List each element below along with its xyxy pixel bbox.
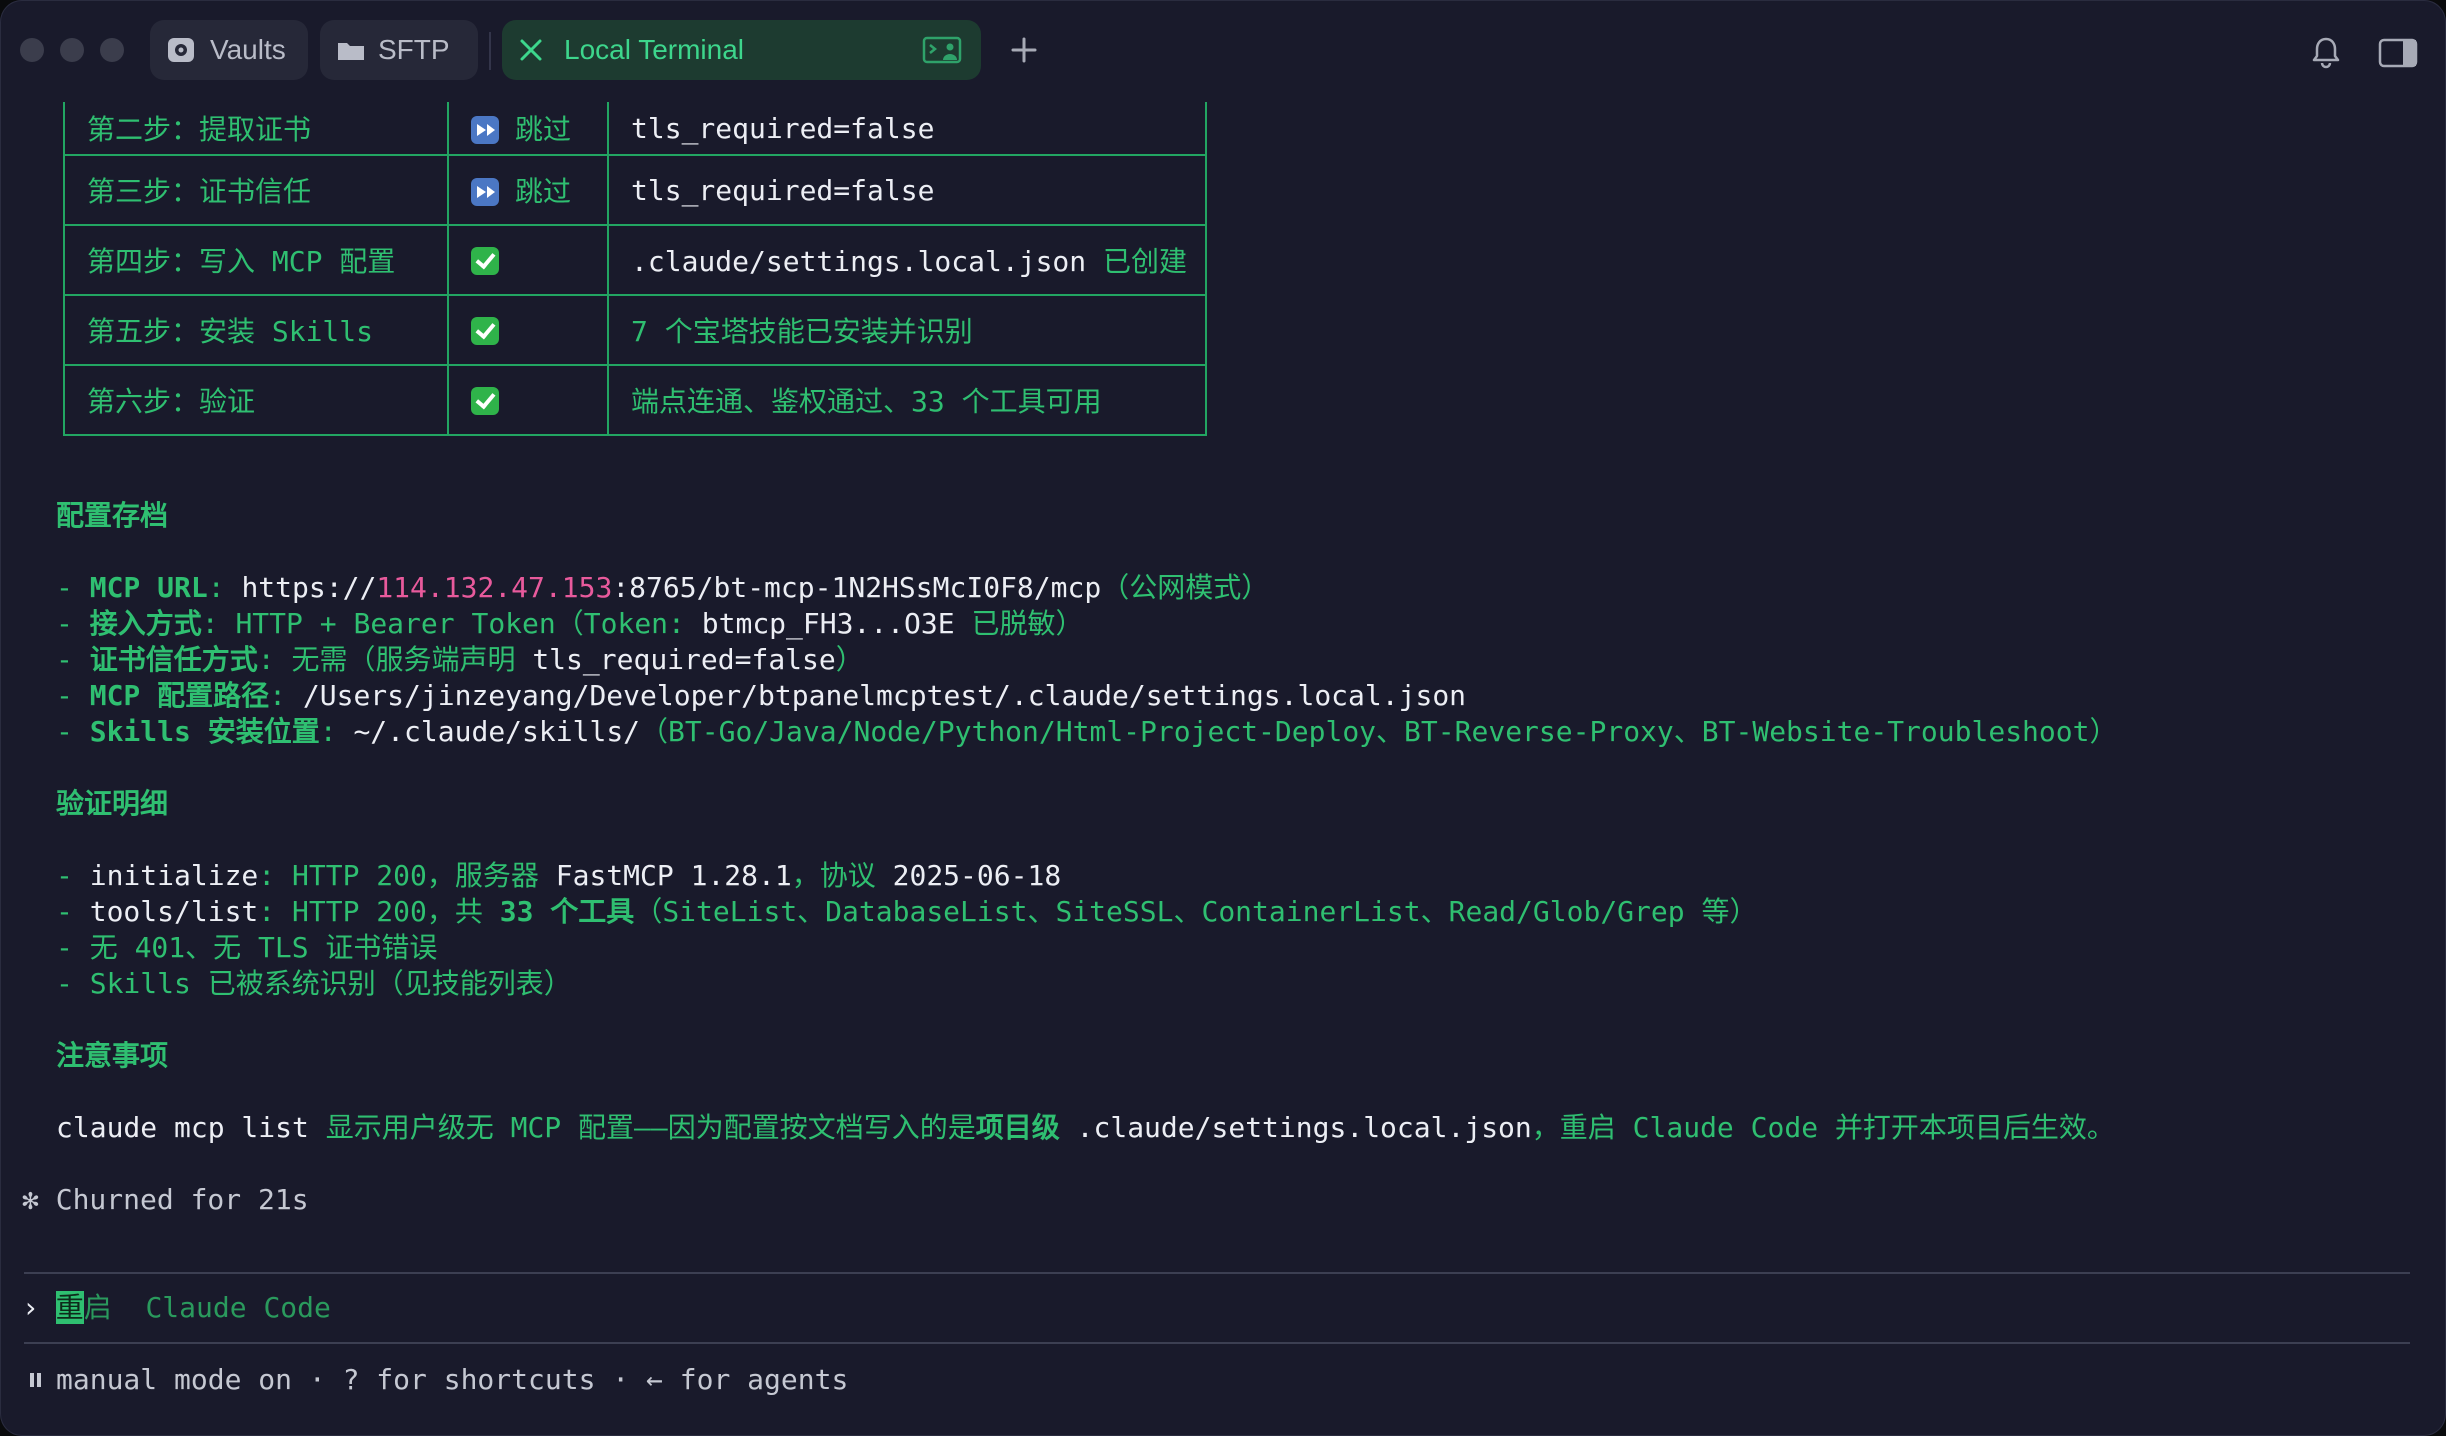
status-footer: manual mode on · ? for shortcuts · ← for… xyxy=(30,1360,848,1400)
steps-table: 第二步：提取证书 跳过 tls_required=false 第三步：证书信任 … xyxy=(63,102,1207,436)
pause-icon xyxy=(30,1371,54,1391)
step-cell: 第四步：写入 MCP 配置 xyxy=(63,224,449,296)
tab-sftp[interactable]: SFTP xyxy=(320,20,478,80)
step-cell: 第五步：安装 Skills xyxy=(63,294,449,366)
prompt-input[interactable]: › 重启 Claude Code xyxy=(22,1288,331,1328)
bell-icon[interactable] xyxy=(2306,32,2346,72)
status-cell xyxy=(447,294,609,366)
step-cell: 第三步：证书信任 xyxy=(63,154,449,226)
detail-cell: .claude/settings.local.json 已创建 xyxy=(607,224,1207,296)
detail-cell: tls_required=false xyxy=(607,102,1207,156)
churn-status: ✻ Churned for 21s xyxy=(22,1183,309,1216)
status-cell: 跳过 xyxy=(447,154,609,226)
vault-icon xyxy=(168,38,194,62)
divider xyxy=(24,1342,2410,1344)
table-row: 第二步：提取证书 跳过 tls_required=false xyxy=(63,102,1207,156)
verify-tools: - tools/list: HTTP 200，共 33 个工具（SiteList… xyxy=(56,895,1758,928)
status-cell xyxy=(447,364,609,436)
detail-cell: 7 个宝塔技能已安装并识别 xyxy=(607,294,1207,366)
tab-label: Vaults xyxy=(210,34,286,65)
status-cell xyxy=(447,224,609,296)
text-cursor: 重 xyxy=(55,1291,84,1324)
prompt-suggestion: 启 Claude Code xyxy=(83,1291,331,1324)
divider xyxy=(24,1272,2410,1274)
table-row: 第三步：证书信任 跳过 tls_required=false xyxy=(63,154,1207,226)
tab-label: Local Terminal xyxy=(564,34,745,65)
tab-local-terminal[interactable]: Local Terminal xyxy=(502,20,981,80)
notes-text: claude mcp list 显示用户级无 MCP 配置——因为配置按文档写入… xyxy=(56,1111,2115,1144)
section-heading: 配置存档 xyxy=(56,499,169,532)
minimize-window-button[interactable] xyxy=(60,38,84,62)
verify-no-errors: - 无 401、无 TLS 证书错误 xyxy=(56,931,438,964)
skip-icon xyxy=(471,178,499,206)
verify-skills: - Skills 已被系统识别（见技能列表） xyxy=(56,967,572,1000)
status-cell: 跳过 xyxy=(447,102,609,156)
tab-vaults[interactable]: Vaults xyxy=(150,20,308,80)
section-heading: 验证明细 xyxy=(56,787,169,820)
check-icon xyxy=(471,386,499,415)
table-row: 第四步：写入 MCP 配置 .claude/settings.local.jso… xyxy=(63,224,1207,296)
tab-divider xyxy=(489,32,491,70)
detail-cell: 端点连通、鉴权通过、33 个工具可用 xyxy=(607,364,1207,436)
new-tab-button[interactable] xyxy=(1004,30,1044,70)
config-skills: - Skills 安装位置: ~/.claude/skills/（BT-Go/J… xyxy=(56,715,2118,748)
terminal-output[interactable]: 第二步：提取证书 跳过 tls_required=false 第三步：证书信任 … xyxy=(0,102,2446,1436)
check-icon xyxy=(471,316,499,345)
tab-label: SFTP xyxy=(378,34,450,65)
config-access: - 接入方式: HTTP + Bearer Token（Token: btmcp… xyxy=(56,607,1084,640)
close-icon[interactable] xyxy=(516,36,546,64)
sidebar-toggle-icon[interactable] xyxy=(2376,32,2420,72)
terminal-user-icon xyxy=(922,36,962,64)
zoom-window-button[interactable] xyxy=(100,38,124,62)
verify-initialize: - initialize: HTTP 200，服务器 FastMCP 1.28.… xyxy=(56,859,1062,892)
close-window-button[interactable] xyxy=(20,38,44,62)
step-cell: 第二步：提取证书 xyxy=(63,102,449,156)
detail-cell: tls_required=false xyxy=(607,154,1207,226)
step-cell: 第六步：验证 xyxy=(63,364,449,436)
title-bar: Vaults SFTP Local Terminal xyxy=(0,0,2446,102)
skip-icon xyxy=(471,116,499,144)
config-cert: - 证书信任方式: 无需（服务端声明 tls_required=false） xyxy=(56,643,864,676)
table-row: 第五步：安装 Skills 7 个宝塔技能已安装并识别 xyxy=(63,294,1207,366)
prompt-chevron: › xyxy=(22,1291,39,1324)
config-mcp-url: - MCP URL: https://114.132.47.153:8765/b… xyxy=(56,571,1270,604)
section-heading: 注意事项 xyxy=(56,1039,169,1072)
check-icon xyxy=(471,246,499,275)
terminal-window: Vaults SFTP Local Terminal 第二步：提取证书 跳过 t… xyxy=(0,0,2446,1436)
config-path: - MCP 配置路径: /Users/jinzeyang/Developer/b… xyxy=(56,679,1467,712)
folder-icon xyxy=(338,43,364,60)
table-row: 第六步：验证 端点连通、鉴权通过、33 个工具可用 xyxy=(63,364,1207,436)
